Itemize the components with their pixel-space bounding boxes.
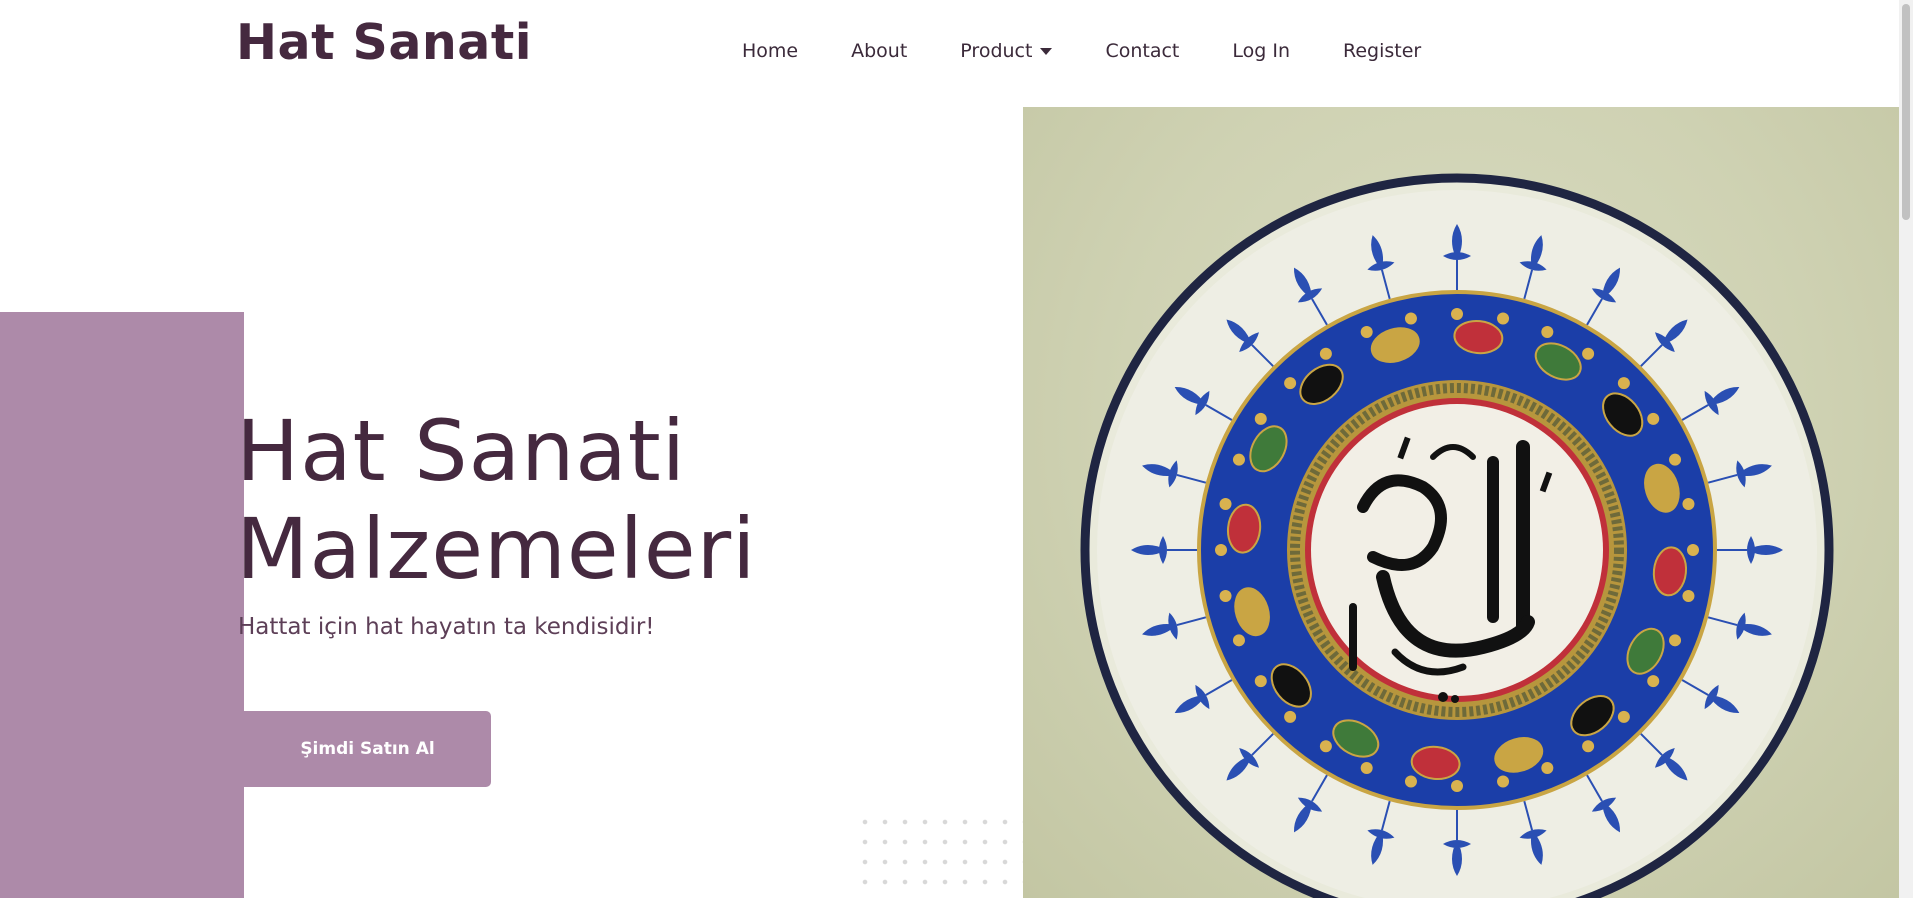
scrollbar-thumb[interactable] xyxy=(1902,4,1910,220)
calligraphy-artwork xyxy=(1080,173,1834,898)
nav-login[interactable]: Log In xyxy=(1232,40,1290,62)
nav-home[interactable]: Home xyxy=(742,40,798,62)
scrollbar[interactable] xyxy=(1899,0,1913,898)
nav-product-label: Product xyxy=(960,40,1033,62)
nav-register[interactable]: Register xyxy=(1343,40,1421,62)
hero-title-line2: Malzemeleri xyxy=(236,500,757,598)
navbar: Hat Sanati Home About Product Contact Lo… xyxy=(0,0,1900,106)
nav-product-dropdown[interactable]: Product xyxy=(960,40,1053,62)
hero-title-line1: Hat Sanati xyxy=(236,402,687,500)
page: Hat Sanati Home About Product Contact Lo… xyxy=(0,0,1913,898)
calligraphy-image xyxy=(1023,107,1899,898)
brand-logo[interactable]: Hat Sanati xyxy=(236,14,532,71)
hero-subtitle: Hattat için hat hayatın ta kendisidir! xyxy=(238,614,655,640)
nav-contact[interactable]: Contact xyxy=(1105,40,1179,62)
caret-down-icon xyxy=(1040,47,1053,55)
decorative-block xyxy=(0,312,244,898)
buy-now-button[interactable]: Şimdi Satın Al xyxy=(244,711,491,787)
nav-links: Home About Product Contact Log In Regist… xyxy=(742,40,1474,62)
hero-title: Hat Sanati Malzemeleri xyxy=(236,402,756,598)
nav-about[interactable]: About xyxy=(851,40,907,62)
